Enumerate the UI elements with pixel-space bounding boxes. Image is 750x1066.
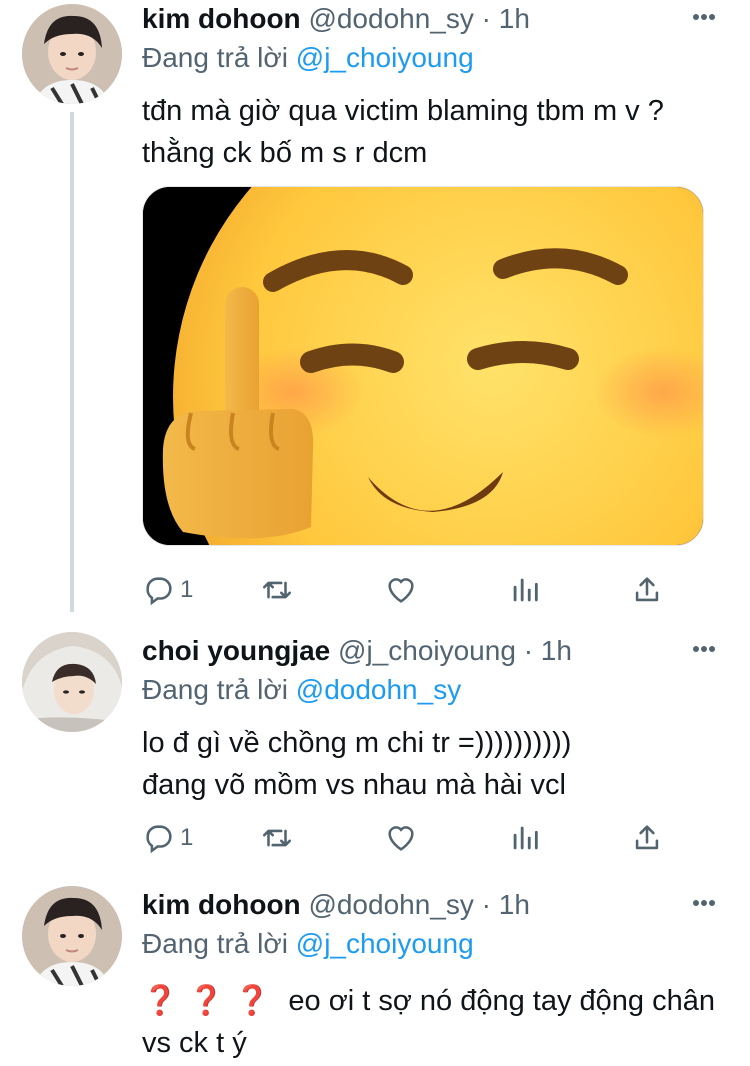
retweet-icon: [262, 581, 292, 599]
display-name[interactable]: choi youngjae: [142, 635, 330, 666]
reply-button[interactable]: 1: [142, 818, 193, 858]
reply-count: 1: [180, 576, 194, 603]
thread-line: [70, 112, 74, 612]
tweet-content: kim dohoon @dodohn_sy · 1h Đang trả lời …: [142, 888, 722, 1066]
avatar[interactable]: [22, 886, 122, 986]
reply-icon: [146, 825, 172, 854]
tweet-media-image[interactable]: [142, 186, 704, 546]
retweet-button[interactable]: [260, 570, 294, 610]
like-icon: [388, 826, 414, 851]
timestamp[interactable]: 1h: [499, 3, 530, 34]
more-icon[interactable]: [692, 638, 722, 660]
like-button[interactable]: [384, 570, 418, 610]
tweet-content: kim dohoon @dodohn_sy · 1h Đang trả lời …: [142, 2, 722, 612]
share-icon: [635, 577, 659, 602]
analytics-icon: [513, 826, 538, 850]
analytics-button[interactable]: [508, 570, 542, 610]
reply-to-link[interactable]: @j_choiyoung: [296, 42, 474, 73]
question-mark-emoji: ❓: [188, 985, 225, 1017]
reply-to-link[interactable]: @j_choiyoung: [296, 928, 474, 959]
like-icon: [388, 578, 414, 603]
timestamp[interactable]: 1h: [499, 889, 530, 920]
separator-dot: ·: [481, 889, 491, 920]
user-handle[interactable]: @j_choiyoung: [338, 635, 516, 666]
more-icon[interactable]: [692, 6, 722, 28]
share-button[interactable]: [630, 570, 664, 610]
replying-to: Đang trả lời @j_choiyoung: [142, 40, 722, 76]
replying-label: Đang trả lời: [142, 42, 288, 73]
retweet-icon: [262, 829, 292, 847]
question-mark-emoji: ❓: [234, 985, 271, 1017]
replying-to: Đang trả lời @dodohn_sy: [142, 672, 722, 708]
tweet-text-line: lo đ gì về chồng m chi tr =)))))))))): [142, 727, 572, 759]
tweet-3[interactable]: kim dohoon @dodohn_sy · 1h Đang trả lời …: [0, 886, 750, 1066]
tweet-header: choi youngjae @j_choiyoung · 1h: [142, 634, 722, 668]
tweet-text: lo đ gì về chồng m chi tr =)))))))))) đa…: [142, 722, 722, 806]
tweet-actions: 1: [142, 570, 672, 610]
replying-label: Đang trả lời: [142, 928, 288, 959]
reply-button[interactable]: 1: [142, 570, 193, 610]
reply-count: 1: [180, 824, 194, 851]
like-button[interactable]: [384, 818, 418, 858]
analytics-button[interactable]: [508, 818, 542, 858]
tweet-text-body: eo ơi t sợ nó động tay động chân vs ck t…: [142, 985, 715, 1059]
separator-dot: ·: [481, 3, 491, 34]
question-mark-emoji: ❓: [142, 985, 179, 1017]
user-handle[interactable]: @dodohn_sy: [308, 3, 473, 34]
user-handle[interactable]: @dodohn_sy: [308, 889, 473, 920]
tweet-header: kim dohoon @dodohn_sy · 1h: [142, 888, 722, 922]
tweet-text-line: đang võ mồm vs nhau mà hài vcl: [142, 769, 566, 801]
avatar[interactable]: [22, 632, 122, 732]
separator-dot: ·: [523, 635, 534, 666]
replying-label: Đang trả lời: [142, 674, 288, 705]
tweet-header: kim dohoon @dodohn_sy · 1h: [142, 2, 722, 36]
retweet-button[interactable]: [260, 818, 294, 858]
tweet-1[interactable]: kim dohoon @dodohn_sy · 1h Đang trả lời …: [0, 0, 750, 612]
tweet-2[interactable]: choi youngjae @j_choiyoung · 1h Đang trả…: [0, 632, 750, 868]
tweet-actions: 1: [142, 818, 672, 858]
analytics-icon: [513, 578, 538, 602]
share-icon: [635, 825, 659, 850]
timestamp[interactable]: 1h: [541, 635, 572, 666]
reply-to-link[interactable]: @dodohn_sy: [296, 674, 461, 705]
tweet-text: ❓ ❓ ❓ eo ơi t sợ nó động tay động chân vs …: [142, 980, 722, 1064]
tweet-text: tđn mà giờ qua victim blaming tbm m v ? …: [142, 95, 664, 169]
tweet-content: choi youngjae @j_choiyoung · 1h Đang trả…: [142, 634, 722, 870]
avatar[interactable]: [22, 4, 122, 104]
share-button[interactable]: [630, 818, 664, 858]
replying-to: Đang trả lời @j_choiyoung: [142, 926, 722, 962]
display-name[interactable]: kim dohoon: [142, 889, 301, 920]
more-icon[interactable]: [692, 892, 722, 914]
reply-icon: [146, 577, 172, 606]
display-name[interactable]: kim dohoon: [142, 3, 301, 34]
